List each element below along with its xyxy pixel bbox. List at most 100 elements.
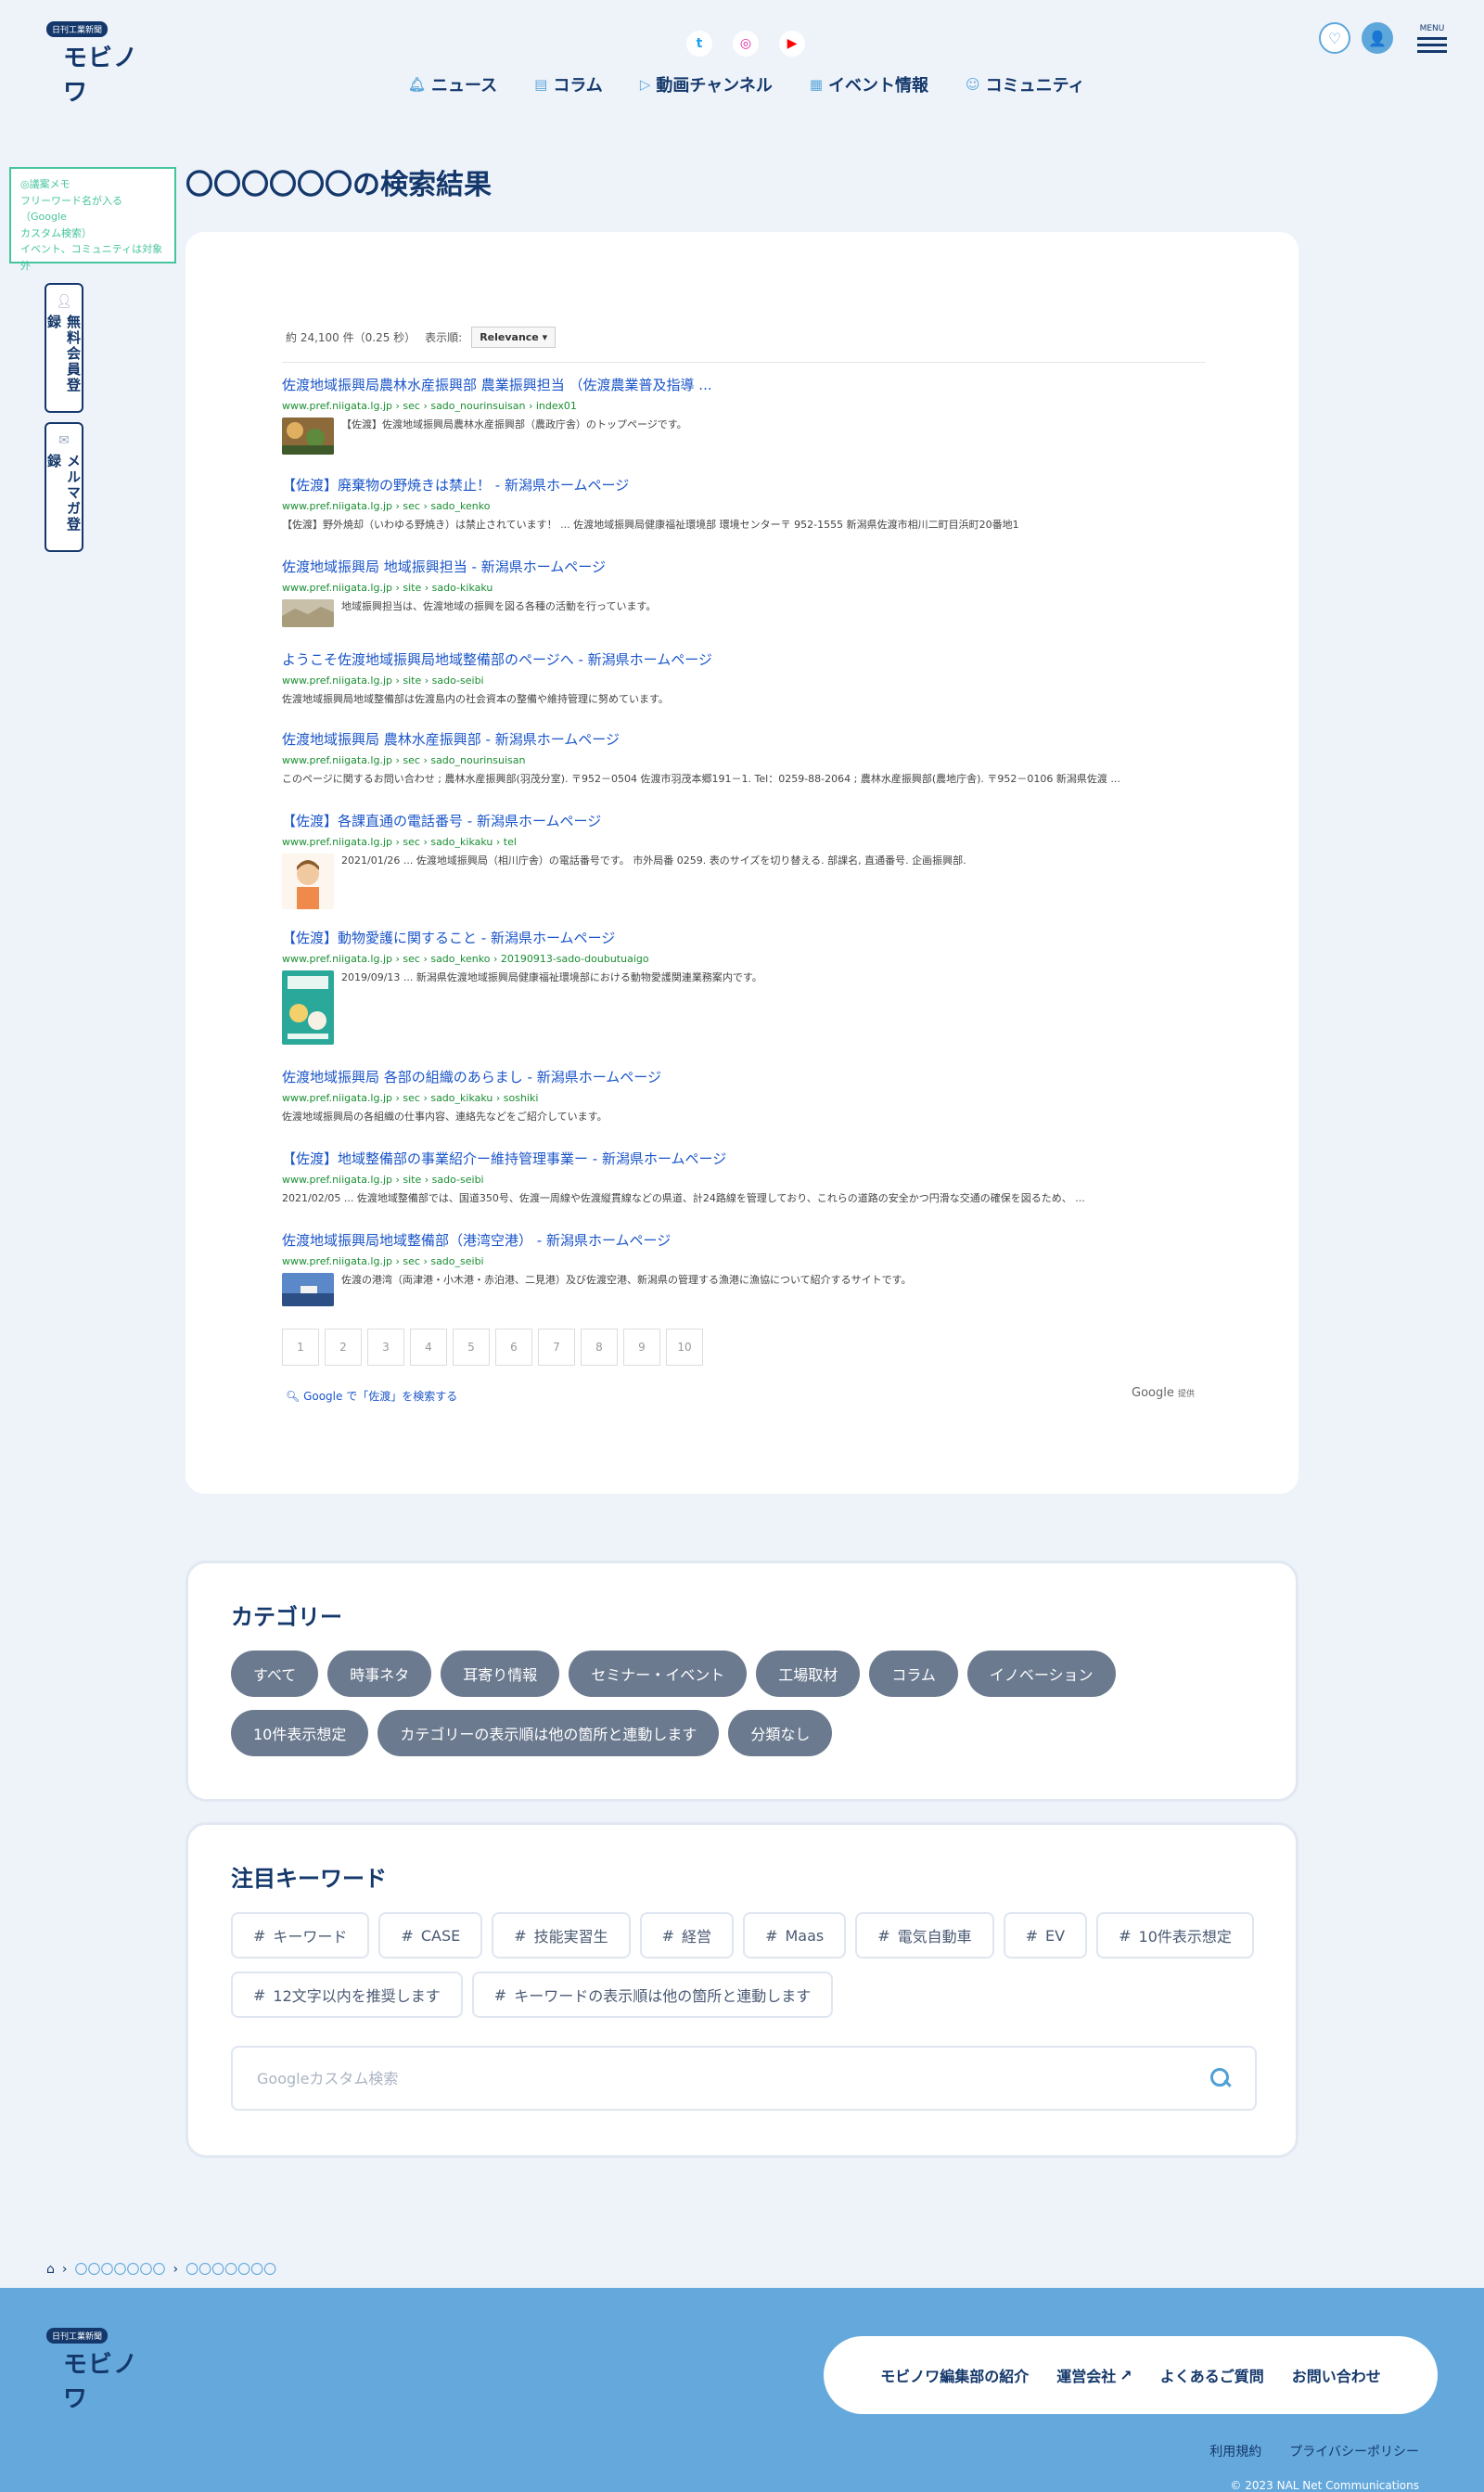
page-link[interactable]: 6: [495, 1329, 532, 1366]
result-title-link[interactable]: 【佐渡】各課直通の電話番号 - 新潟県ホームページ: [282, 811, 1209, 830]
page-link[interactable]: 9: [623, 1329, 660, 1366]
page-link[interactable]: 2: [325, 1329, 362, 1366]
result-title-link[interactable]: 【佐渡】廃棄物の野焼きは禁止！ - 新潟県ホームページ: [282, 475, 1209, 495]
keyword-tag[interactable]: # キーワードの表示順は他の箇所と連動します: [471, 1972, 834, 2018]
community-icon: ☺: [966, 76, 980, 93]
keyword-label: EV: [1045, 1926, 1066, 1945]
category-chip[interactable]: イノベーション: [966, 1651, 1116, 1697]
twitter-icon[interactable]: t: [686, 31, 712, 57]
page-link[interactable]: 3: [367, 1329, 404, 1366]
result-title-link[interactable]: 佐渡地域振興局地域整備部（港湾空港） - 新潟県ホームページ: [282, 1230, 1209, 1250]
keyword-tag[interactable]: # 技能実習生: [492, 1912, 631, 1959]
privacy-link[interactable]: プライバシーポリシー: [1289, 2442, 1419, 2460]
search-input[interactable]: [257, 2069, 1092, 2087]
category-chip[interactable]: カテゴリーの表示順は他の箇所と連動します: [377, 1710, 720, 1756]
breadcrumb-item: 〇〇〇〇〇〇〇: [186, 2263, 277, 2278]
nav-news[interactable]: 🔔︎ ニュース: [408, 72, 497, 96]
menu-button[interactable]: MENU: [1417, 24, 1447, 53]
google-brand-sub: 提供: [1177, 1390, 1195, 1399]
sort-value: Relevance: [480, 331, 539, 343]
logo-badge: 日刊工業新聞: [46, 21, 109, 37]
keyword-tag[interactable]: #12文字以内を推奨します: [231, 1972, 463, 2018]
nav-column[interactable]: ▤ コラム: [534, 72, 603, 96]
design-memo: ◎議案メモ フリーワード名が入る（Google カスタム検索） イベント、コミュ…: [9, 167, 176, 272]
terms-link[interactable]: 利用規約: [1209, 2442, 1261, 2460]
result-title-link[interactable]: 【佐渡】地域整備部の事業紹介ー維持管理事業ー - 新潟県ホームページ: [282, 1149, 1209, 1168]
result-url: www.pref.niigata.lg.jp › sec › sado_kenk…: [282, 500, 491, 512]
custom-search-box: [231, 2046, 1257, 2111]
category-chip[interactable]: 時事ネタ: [327, 1651, 432, 1697]
keyword-tag[interactable]: # Maas: [743, 1912, 847, 1959]
category-chip[interactable]: 工場取材: [756, 1651, 861, 1697]
newsletter-label: メルマガ登録: [45, 454, 82, 533]
breadcrumb-item[interactable]: 〇〇〇〇〇〇〇: [75, 2260, 166, 2279]
result-title-link[interactable]: 佐渡地域振興局農林水産振興部 農業振興担当 （佐渡農業普及指導 ...: [282, 375, 1209, 394]
keyword-tag[interactable]: # 経営: [639, 1912, 735, 1959]
chevron-right-icon: ›: [173, 2262, 179, 2277]
keyword-tag[interactable]: # キーワード: [231, 1912, 370, 1959]
result-body: 佐渡地域振興局地域整備部は佐渡島内の社会資本の整備や維持管理に努めています。: [282, 692, 1209, 708]
keyword-tag[interactable]: # CASE: [378, 1912, 483, 1959]
favorite-heart-icon[interactable]: ♡: [1319, 22, 1350, 54]
newsletter-side-button[interactable]: ✉ メルマガ登録: [45, 422, 83, 552]
hash-icon: #: [253, 1985, 266, 2004]
result-body: 2021/02/05 ... 佐渡地域整備部では、国道350号、佐渡一周線や佐渡…: [282, 1191, 1209, 1207]
keyword-tag[interactable]: # 電気自動車: [855, 1912, 994, 1959]
page-link[interactable]: 5: [453, 1329, 490, 1366]
keyword-tag[interactable]: #10件表示想定: [1096, 1912, 1254, 1959]
result-body: 地域振興担当は、佐渡地域の振興を図る各種の活動を行っています。: [282, 599, 1209, 627]
footer-link-contact[interactable]: お問い合わせ: [1292, 2364, 1381, 2386]
result-url: www.pref.niigata.lg.jp › site › sado-kik…: [282, 582, 493, 594]
site-footer: 日刊工業新聞 モビノワ モビノワ編集部の紹介 運営会社 ↗ よくあるご質問 お問い…: [0, 2288, 1484, 2492]
result-snippet: 佐渡地域振興局の各組織の仕事内容、連絡先などをご紹介しています。: [282, 1111, 608, 1123]
nav-community[interactable]: ☺ コミュニティ: [966, 72, 1085, 96]
result-title-link[interactable]: 佐渡地域振興局 農林水産振興部 - 新潟県ホームページ: [282, 729, 1209, 749]
nav-video[interactable]: ▷ 動画チャンネル: [640, 72, 773, 96]
youtube-icon[interactable]: ▶: [779, 31, 805, 57]
footer-link-about[interactable]: モビノワ編集部の紹介: [880, 2364, 1029, 2386]
hash-icon: #: [253, 1926, 266, 1945]
sort-select[interactable]: Relevance ▾: [471, 327, 556, 348]
page-link[interactable]: 1: [282, 1329, 319, 1366]
mail-icon: ✉: [58, 433, 70, 448]
category-chip[interactable]: 耳寄り情報: [441, 1651, 560, 1697]
result-snippet: 2021/02/05 ... 佐渡地域整備部では、国道350号、佐渡一周線や佐渡…: [282, 1192, 1085, 1204]
instagram-icon[interactable]: ◎: [733, 31, 759, 57]
result-count: 約 24,100 件（0.25 秒）: [286, 331, 416, 344]
bell-icon: 🔔︎: [408, 76, 427, 93]
result-title-link[interactable]: 【佐渡】動物愛護に関すること - 新潟県ホームページ: [282, 928, 1209, 947]
nav-label: コミュニティ: [985, 76, 1085, 96]
category-chip[interactable]: すべて: [231, 1651, 319, 1697]
search-icon[interactable]: [1210, 2068, 1231, 2088]
footer-link-company[interactable]: 運営会社 ↗: [1056, 2364, 1132, 2386]
page-link[interactable]: 8: [581, 1329, 618, 1366]
home-icon[interactable]: ⌂: [46, 2262, 55, 2277]
category-chip[interactable]: コラム: [869, 1651, 958, 1697]
page-link[interactable]: 4: [410, 1329, 447, 1366]
footer-link-faq[interactable]: よくあるご質問: [1160, 2364, 1264, 2386]
result-title-link[interactable]: ようこそ佐渡地域振興局地域整備部のページへ - 新潟県ホームページ: [282, 649, 1209, 669]
category-chip[interactable]: 分類なし: [728, 1710, 833, 1756]
search-result: 【佐渡】地域整備部の事業紹介ー維持管理事業ー - 新潟県ホームページ www.p…: [282, 1149, 1209, 1207]
register-side-button[interactable]: 👤︎ 無料会員登録: [45, 283, 83, 413]
site-logo[interactable]: 日刊工業新聞 モビノワ: [46, 19, 148, 108]
result-thumbnail: [282, 1273, 334, 1306]
nav-events[interactable]: ▦ イベント情報: [810, 72, 928, 96]
category-chip[interactable]: 10件表示想定: [231, 1710, 369, 1756]
result-title-link[interactable]: 佐渡地域振興局 各部の組織のあらまし - 新潟県ホームページ: [282, 1067, 1209, 1086]
page-link[interactable]: 7: [538, 1329, 575, 1366]
page-link[interactable]: 10: [666, 1329, 703, 1366]
keyword-label: 10件表示想定: [1138, 1928, 1232, 1946]
result-body: このページに関するお問い合わせ ; 農林水産振興部(羽茂分室). 〒952－05…: [282, 772, 1209, 788]
category-chip[interactable]: セミナー・イベント: [569, 1651, 748, 1697]
logo-badge: 日刊工業新聞: [46, 2328, 109, 2344]
footer-logo[interactable]: 日刊工業新聞 モビノワ: [46, 2325, 148, 2414]
user-account-icon[interactable]: 👤: [1362, 22, 1393, 54]
social-links: t ◎ ▶: [686, 31, 805, 57]
result-snippet: 【佐渡】佐渡地域振興局農林水産振興部（農政庁舎）のトップページです。: [341, 418, 687, 430]
google-search-link[interactable]: 🔍︎ Google で「佐渡」を検索する: [286, 1388, 457, 1404]
keyword-tag[interactable]: # EV: [1003, 1912, 1088, 1959]
result-title-link[interactable]: 佐渡地域振興局 地域振興担当 - 新潟県ホームページ: [282, 557, 1209, 576]
pagination: 1 2 3 4 5 6 7 8 9 10: [282, 1329, 703, 1366]
result-url: www.pref.niigata.lg.jp › sec › sado_seib…: [282, 1255, 484, 1267]
